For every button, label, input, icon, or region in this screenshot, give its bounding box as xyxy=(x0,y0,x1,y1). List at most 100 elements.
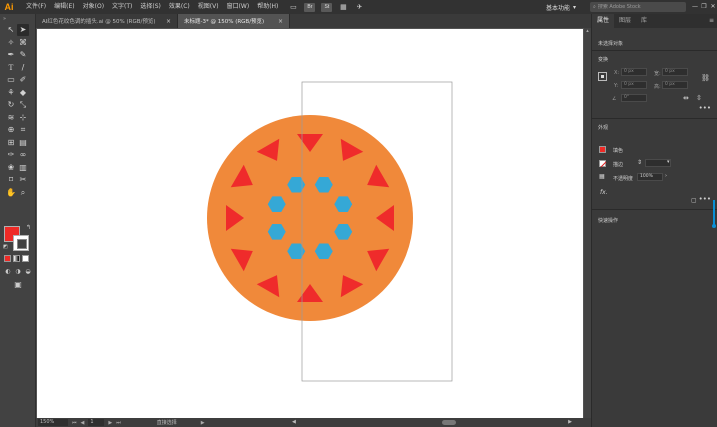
selection-tool-icon[interactable]: ↖ xyxy=(5,24,17,36)
artwork[interactable] xyxy=(37,29,583,418)
gpu-performance-icon[interactable]: ✈ xyxy=(354,3,364,12)
draw-inside-icon[interactable]: ◒ xyxy=(24,268,32,275)
close-icon[interactable]: × xyxy=(166,18,171,25)
width-field[interactable]: 0 px xyxy=(662,68,688,76)
menu-type[interactable]: 文字(T) xyxy=(108,0,136,14)
direct-selection-tool-icon[interactable]: ➤ xyxy=(17,24,29,36)
height-field[interactable]: 0 px xyxy=(662,81,688,89)
flip-vertical-icon[interactable]: ⇳ xyxy=(696,94,702,102)
scale-tool-icon[interactable]: ⤡ xyxy=(17,99,29,111)
screen-mode-icon[interactable]: ▣ xyxy=(12,280,24,290)
rectangle-tool-icon[interactable]: ▭ xyxy=(5,74,17,86)
tab-layers[interactable]: 图层 xyxy=(614,14,636,28)
reference-point-icon[interactable] xyxy=(598,72,607,81)
minimize-button[interactable]: — xyxy=(691,2,699,11)
column-graph-tool-icon[interactable]: ▥ xyxy=(17,162,29,174)
prev-artboard-icon[interactable]: ◀ xyxy=(81,420,85,426)
lasso-tool-icon[interactable]: ⌘ xyxy=(17,37,29,49)
color-mode-icon[interactable] xyxy=(4,255,11,262)
free-transform-tool-icon[interactable]: ⊹ xyxy=(17,112,29,124)
chevron-right-icon[interactable]: › xyxy=(665,173,667,179)
scroll-right-icon[interactable]: ▶ xyxy=(568,419,572,425)
arrange-documents-icon[interactable]: ▦ xyxy=(338,3,348,12)
transform-more-icon[interactable]: ••• xyxy=(699,104,711,112)
warp-tool-icon[interactable]: ≋ xyxy=(5,112,17,124)
paintbrush-tool-icon[interactable]: ✐ xyxy=(17,74,29,86)
x-field[interactable]: 0 px xyxy=(621,68,647,76)
gradient-mode-icon[interactable] xyxy=(13,255,20,262)
eyedropper-tool-icon[interactable]: ✑ xyxy=(5,149,17,161)
rotate-tool-icon[interactable]: ↻ xyxy=(5,99,17,111)
menu-effect[interactable]: 效果(C) xyxy=(165,0,194,14)
opacity-field[interactable]: 100% xyxy=(637,173,663,181)
shape-builder-tool-icon[interactable]: ⊕ xyxy=(5,124,17,136)
perspective-grid-tool-icon[interactable]: ⌗ xyxy=(17,124,29,136)
gradient-tool-icon[interactable]: ▤ xyxy=(17,137,29,149)
menu-edit[interactable]: 编辑(E) xyxy=(50,0,78,14)
blend-tool-icon[interactable]: ∞ xyxy=(17,149,29,161)
menu-object[interactable]: 对象(O) xyxy=(79,0,108,14)
type-tool-icon[interactable]: T xyxy=(5,62,17,74)
bridge-button[interactable]: Br xyxy=(304,2,316,12)
status-menu-icon[interactable]: ▶ xyxy=(201,420,205,426)
symbol-sprayer-tool-icon[interactable]: ❀ xyxy=(5,162,17,174)
menu-file[interactable]: 文件(F) xyxy=(22,0,50,14)
curvature-tool-icon[interactable]: ✎ xyxy=(17,49,29,61)
stroke-color-swatch[interactable] xyxy=(13,235,29,251)
close-window-button[interactable]: ✕ xyxy=(709,2,717,11)
horizontal-scroll-thumb[interactable] xyxy=(442,420,456,425)
stock-search-box[interactable]: ⌕ xyxy=(590,2,686,12)
menu-window[interactable]: 窗口(W) xyxy=(223,0,254,14)
vertical-scrollbar[interactable]: ▴ xyxy=(584,28,591,418)
first-artboard-icon[interactable]: ⏮ xyxy=(72,420,77,426)
stepper-icon[interactable]: ⇕ xyxy=(637,159,642,166)
y-field[interactable]: 0 px xyxy=(621,81,647,89)
shaper-tool-icon[interactable]: ⚘ xyxy=(5,87,17,99)
rotate-field[interactable]: 0° xyxy=(621,94,647,102)
flip-horizontal-icon[interactable]: ⇹ xyxy=(683,94,689,102)
menu-help[interactable]: 帮助(H) xyxy=(253,0,282,14)
stock-search-input[interactable] xyxy=(597,4,678,10)
restore-button[interactable]: ❐ xyxy=(700,2,708,11)
scroll-up-icon[interactable]: ▴ xyxy=(585,28,590,38)
draw-normal-icon[interactable]: ◐ xyxy=(4,268,12,275)
menu-select[interactable]: 选择(S) xyxy=(136,0,165,14)
menu-view[interactable]: 视图(V) xyxy=(194,0,223,14)
tab-properties[interactable]: 属性 xyxy=(592,14,615,28)
hand-tool-icon[interactable]: ✋ xyxy=(5,187,17,199)
tab-document-2[interactable]: 未标题-3* @ 150% (RGB/预览) × xyxy=(178,14,290,28)
artboard[interactable] xyxy=(37,29,583,418)
pen-tool-icon[interactable]: ✒ xyxy=(5,49,17,61)
horizontal-scrollbar[interactable]: ◀ ▶ xyxy=(292,419,572,426)
stock-button[interactable]: St xyxy=(321,2,333,12)
tab-document-1[interactable]: AI红色花纹色调的插头.ai @ 50% (RGB/预览) × xyxy=(36,14,178,28)
chevron-down-icon[interactable]: ▾ xyxy=(667,159,670,165)
scroll-left-icon[interactable]: ◀ xyxy=(292,419,296,425)
next-artboard-icon[interactable]: ▶ xyxy=(108,420,112,426)
constrain-proportions-icon[interactable]: ⛓ xyxy=(701,74,710,82)
panel-scrollbar[interactable] xyxy=(712,200,716,228)
toolbar-collapse-icon[interactable]: » xyxy=(0,14,35,24)
workspace-switcher[interactable]: 基本功能 ▾ xyxy=(546,2,576,12)
appearance-more-icon[interactable]: ••• xyxy=(699,195,711,203)
none-mode-icon[interactable] xyxy=(22,255,29,262)
magic-wand-tool-icon[interactable]: ✧ xyxy=(5,37,17,49)
eraser-tool-icon[interactable]: ◆ xyxy=(17,87,29,99)
canvas-area[interactable] xyxy=(36,28,591,418)
fx-button[interactable]: fx. xyxy=(600,189,608,196)
stroke-swatch[interactable] xyxy=(599,160,606,167)
zoom-level-field[interactable]: 150% xyxy=(38,419,68,426)
fill-swatch[interactable] xyxy=(599,146,606,153)
mesh-tool-icon[interactable]: ⊞ xyxy=(5,137,17,149)
draw-behind-icon[interactable]: ◑ xyxy=(14,268,22,275)
slice-tool-icon[interactable]: ✂ xyxy=(17,174,29,186)
line-tool-icon[interactable]: / xyxy=(17,62,29,74)
last-artboard-icon[interactable]: ⏭ xyxy=(116,420,121,426)
tab-libraries[interactable]: 库 xyxy=(636,14,652,28)
default-colors-icon[interactable]: ◩ xyxy=(3,244,8,250)
artboard-tool-icon[interactable]: ⌑ xyxy=(5,174,17,186)
swap-colors-icon[interactable]: ↰ xyxy=(26,224,31,231)
new-layer-icon[interactable]: ▢ xyxy=(691,197,697,204)
artboard-number-field[interactable]: 1 xyxy=(88,419,105,426)
zoom-tool-icon[interactable]: ⌕ xyxy=(17,187,29,199)
